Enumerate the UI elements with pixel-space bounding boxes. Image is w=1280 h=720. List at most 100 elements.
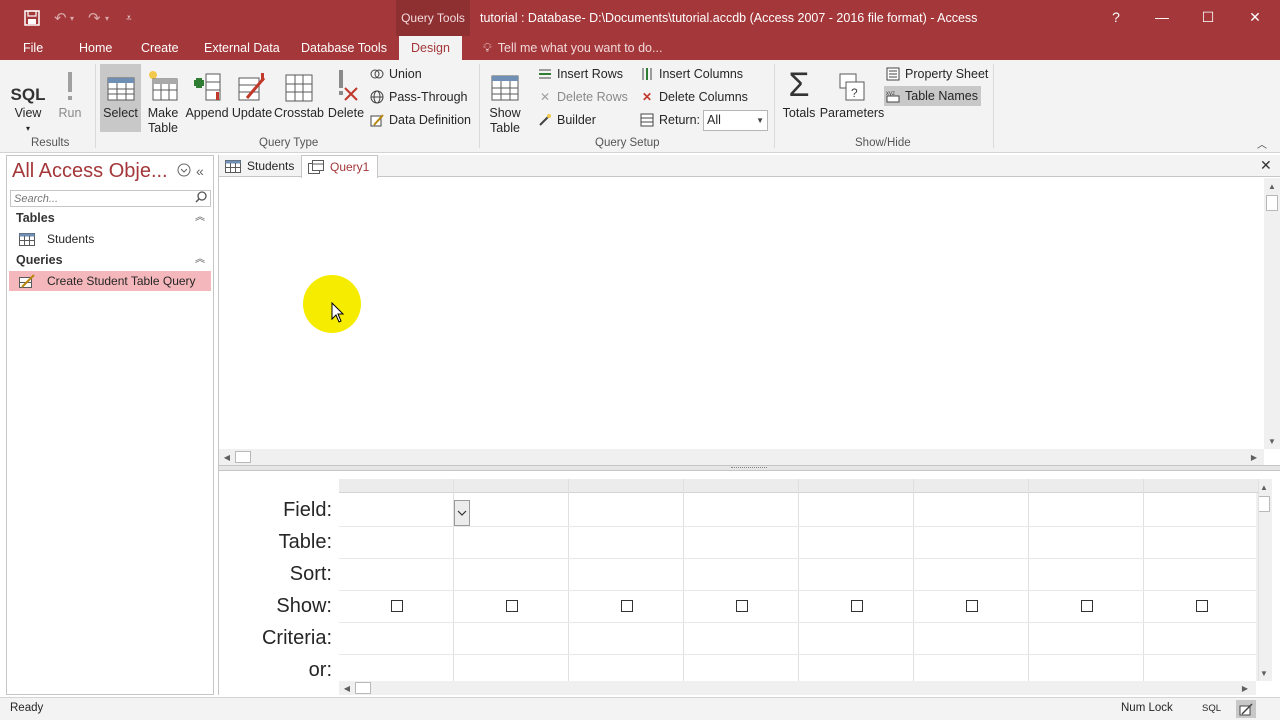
scroll-left-arrow-icon[interactable]: ◀: [339, 681, 355, 695]
insert-rows-button[interactable]: Insert Rows: [538, 64, 623, 84]
nav-item-students-table[interactable]: Students: [9, 229, 211, 249]
collapse-ribbon-icon[interactable]: ︿: [1257, 136, 1267, 151]
redo-icon[interactable]: ↷: [88, 0, 101, 36]
grid-column[interactable]: [799, 479, 914, 681]
splitter-grip-icon: [731, 467, 767, 469]
return-icon: [640, 113, 654, 127]
undo-icon[interactable]: ↶: [54, 0, 67, 36]
grid-column[interactable]: [1144, 479, 1259, 681]
nav-search-input[interactable]: [10, 190, 211, 207]
grid-column[interactable]: [914, 479, 1029, 681]
scroll-left-arrow-icon[interactable]: ◀: [219, 449, 235, 465]
delete-rows-button[interactable]: ✕ Delete Rows: [538, 87, 628, 107]
builder-button[interactable]: Builder: [538, 110, 596, 130]
nav-group-queries[interactable]: Queries ︽: [7, 250, 213, 270]
scroll-right-arrow-icon[interactable]: ▶: [1246, 449, 1262, 465]
query-table-pane[interactable]: ▲ ▼ ◀ ▶: [219, 178, 1280, 465]
nav-menu-dropdown-icon[interactable]: [177, 163, 191, 180]
return-select[interactable]: All ▼: [703, 110, 768, 131]
scroll-thumb[interactable]: [1258, 496, 1270, 512]
show-table-icon: [490, 64, 520, 102]
ribbon-separator: [479, 64, 480, 148]
select-query-button[interactable]: Select: [100, 64, 141, 132]
table-pane-horizontal-scrollbar[interactable]: ◀ ▶: [219, 449, 1264, 465]
scroll-thumb[interactable]: [235, 451, 251, 463]
scroll-down-arrow-icon[interactable]: ▼: [1264, 433, 1280, 449]
nav-item-create-student-table-query[interactable]: Create Student Table Query: [9, 271, 211, 291]
show-checkbox[interactable]: [966, 600, 978, 612]
grid-column[interactable]: [569, 479, 684, 681]
redo-dropdown-icon[interactable]: ▾: [105, 0, 109, 36]
parameters-button[interactable]: ? Parameters: [820, 64, 884, 121]
minimize-button[interactable]: —: [1139, 0, 1185, 34]
undo-dropdown-icon[interactable]: ▾: [70, 0, 74, 36]
delete-rows-icon: ✕: [539, 90, 551, 104]
show-checkbox[interactable]: [621, 600, 633, 612]
sql-view-button[interactable]: SQL: [1202, 703, 1221, 714]
scroll-right-arrow-icon[interactable]: ▶: [1237, 681, 1253, 695]
append-button[interactable]: Append: [185, 64, 229, 121]
search-icon[interactable]: [195, 191, 207, 206]
show-checkbox[interactable]: [1081, 600, 1093, 612]
tab-database-tools[interactable]: Database Tools: [295, 36, 393, 60]
nav-pane-title[interactable]: All Access Obje...: [12, 160, 168, 183]
delete-columns-button[interactable]: ✕ Delete Columns: [640, 87, 748, 107]
globe-icon: [370, 90, 384, 104]
scroll-thumb[interactable]: [1266, 195, 1278, 211]
run-button[interactable]: Run: [56, 64, 84, 121]
grid-row-divider: [339, 526, 1257, 527]
maximize-button[interactable]: ☐: [1185, 0, 1231, 34]
help-button[interactable]: ?: [1093, 0, 1139, 34]
tab-home[interactable]: Home: [73, 36, 118, 60]
table-names-button[interactable]: xyz Table Names: [884, 86, 981, 106]
nav-group-tables[interactable]: Tables ︽: [7, 208, 213, 228]
table-pane-vertical-scrollbar[interactable]: ▲ ▼: [1264, 178, 1280, 449]
totals-button[interactable]: Σ Totals: [780, 64, 818, 121]
crosstab-button[interactable]: Crosstab: [274, 64, 324, 121]
table-names-label: Table Names: [905, 89, 978, 103]
view-button[interactable]: SQL View ▾: [10, 64, 46, 136]
show-checkbox[interactable]: [851, 600, 863, 612]
tell-me-box[interactable]: 💡︎ Tell me what you want to do...: [483, 36, 662, 60]
grid-horizontal-scrollbar[interactable]: ◀ ▶: [339, 681, 1256, 695]
update-icon: [237, 64, 267, 102]
doc-tab-students[interactable]: Students: [219, 155, 302, 177]
union-button[interactable]: Union: [370, 64, 422, 84]
insert-columns-label: Insert Columns: [659, 67, 744, 81]
doc-tab-query1[interactable]: Query1: [301, 155, 379, 178]
customize-qat-icon[interactable]: ⩡: [126, 0, 132, 36]
grid-column[interactable]: [339, 479, 454, 681]
tab-create[interactable]: Create: [135, 36, 185, 60]
data-definition-button[interactable]: Data Definition: [370, 110, 471, 130]
close-button[interactable]: ✕: [1232, 0, 1278, 34]
mouse-pointer-icon: [331, 301, 345, 327]
design-view-button[interactable]: [1236, 700, 1256, 718]
shutter-bar-close-icon[interactable]: «: [196, 163, 204, 179]
pass-through-label: Pass-Through: [389, 90, 468, 104]
close-document-icon[interactable]: ✕: [1260, 157, 1272, 174]
nav-group-label: Queries: [16, 253, 63, 267]
pass-through-button[interactable]: Pass-Through: [370, 87, 468, 107]
run-icon: [65, 64, 75, 102]
show-table-button[interactable]: Show Table: [485, 64, 525, 136]
update-button[interactable]: Update: [231, 64, 273, 121]
doc-tab-label: Query1: [330, 160, 370, 174]
grid-column[interactable]: [684, 479, 799, 681]
show-checkbox[interactable]: [1196, 600, 1208, 612]
tab-file[interactable]: File: [17, 36, 49, 60]
grid-column[interactable]: [454, 479, 569, 681]
update-button-label: Update: [231, 106, 273, 120]
scroll-up-arrow-icon[interactable]: ▲: [1264, 178, 1280, 194]
tab-external-data[interactable]: External Data: [198, 36, 286, 60]
show-checkbox[interactable]: [506, 600, 518, 612]
make-table-button[interactable]: Make Table: [145, 64, 181, 136]
show-checkbox[interactable]: [736, 600, 748, 612]
insert-columns-button[interactable]: Insert Columns: [640, 64, 743, 84]
delete-query-button[interactable]: Delete: [327, 64, 365, 121]
grid-column[interactable]: [1029, 479, 1144, 681]
property-sheet-button[interactable]: Property Sheet: [886, 64, 988, 84]
show-checkbox[interactable]: [391, 600, 403, 612]
scroll-thumb[interactable]: [355, 682, 371, 694]
tab-design[interactable]: Design: [399, 36, 462, 60]
save-icon[interactable]: [24, 0, 40, 36]
